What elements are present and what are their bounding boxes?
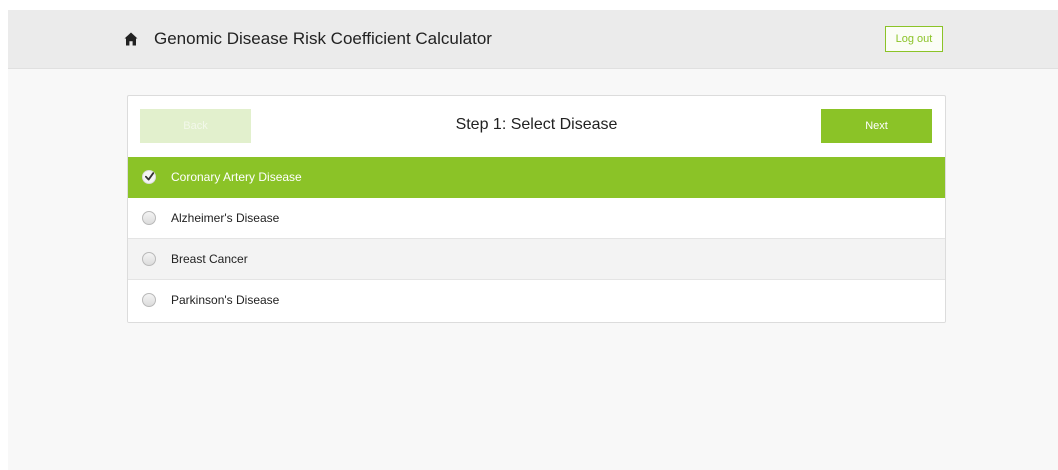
home-icon[interactable] — [124, 32, 138, 46]
app-header: Genomic Disease Risk Coefficient Calcula… — [8, 10, 1058, 69]
disease-option-coronary-artery-disease[interactable]: Coronary Artery Disease — [128, 157, 945, 198]
disease-list: Coronary Artery Disease Alzheimer's Dise… — [128, 157, 945, 322]
radio-unchecked-icon[interactable] — [142, 293, 156, 307]
radio-unchecked-icon[interactable] — [142, 211, 156, 225]
wizard-header: Back Step 1: Select Disease Next — [128, 96, 945, 157]
disease-label: Coronary Artery Disease — [171, 170, 302, 184]
disease-option-alzheimers-disease[interactable]: Alzheimer's Disease — [128, 198, 945, 239]
page: Genomic Disease Risk Coefficient Calcula… — [8, 10, 1058, 470]
app-title: Genomic Disease Risk Coefficient Calcula… — [154, 29, 492, 48]
disease-label: Parkinson's Disease — [171, 293, 280, 307]
logout-button[interactable]: Log out — [885, 26, 943, 52]
disease-option-parkinsons-disease[interactable]: Parkinson's Disease — [128, 280, 945, 322]
disease-label: Breast Cancer — [171, 252, 248, 266]
disease-label: Alzheimer's Disease — [171, 211, 280, 225]
radio-unchecked-icon[interactable] — [142, 252, 156, 266]
next-button[interactable]: Next — [821, 109, 932, 143]
wizard-card: Back Step 1: Select Disease Next Coronar… — [127, 95, 946, 323]
disease-option-breast-cancer[interactable]: Breast Cancer — [128, 239, 945, 280]
checkmark-icon — [145, 172, 154, 181]
radio-checked-icon[interactable] — [142, 170, 156, 184]
